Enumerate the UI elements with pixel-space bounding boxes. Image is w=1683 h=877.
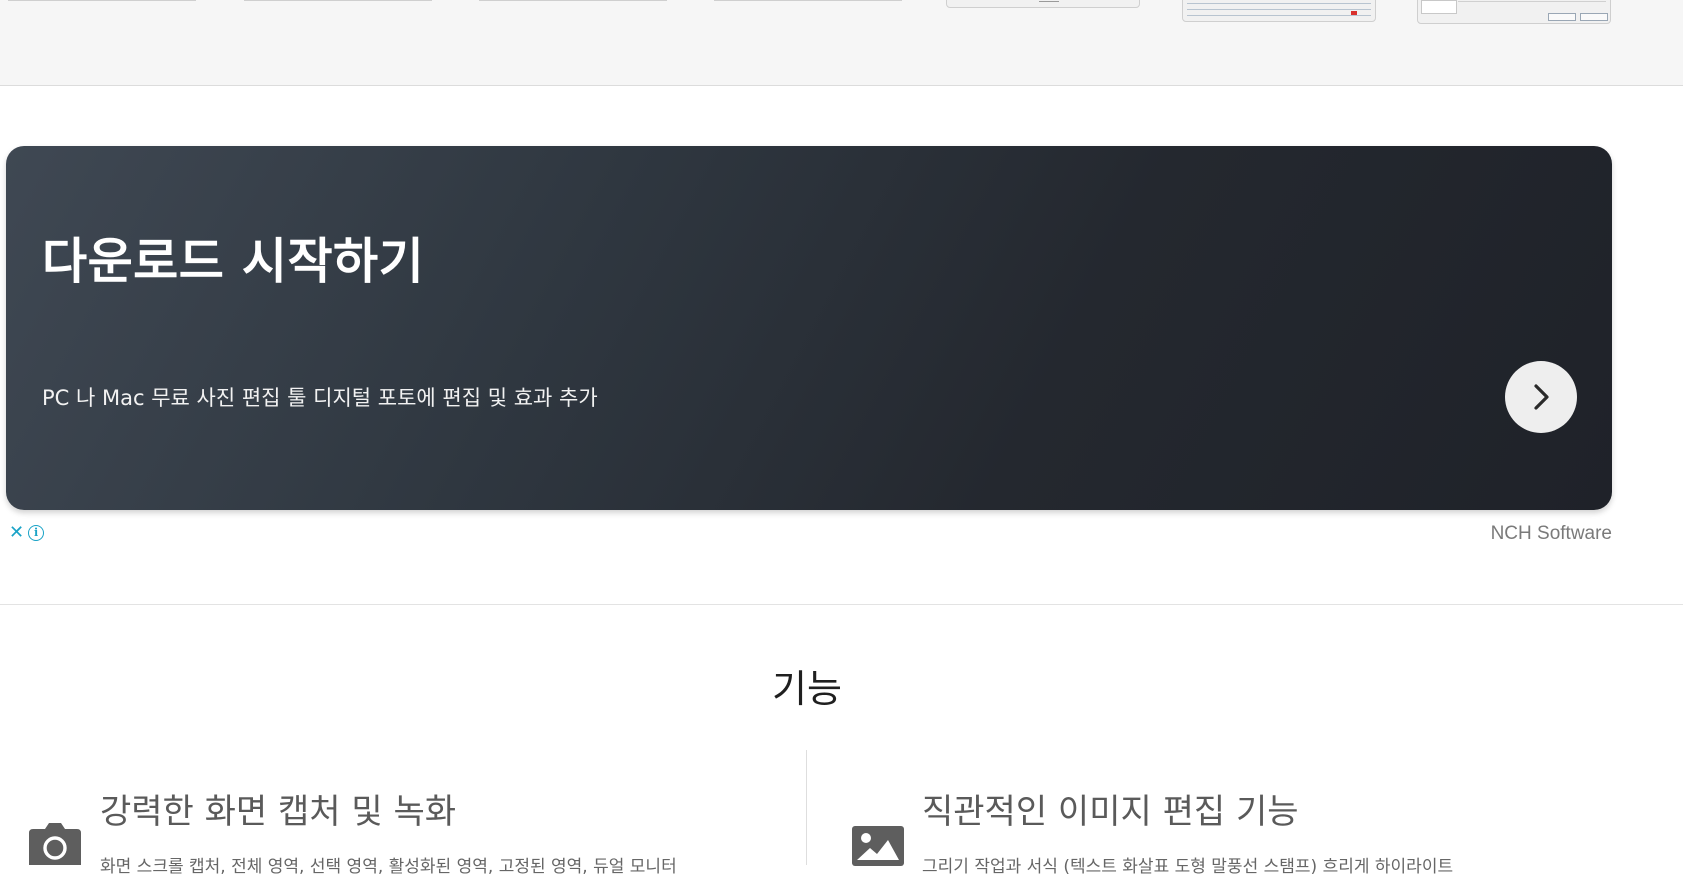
feature-title: 직관적인 이미지 편집 기능 <box>922 792 1299 832</box>
download-ad-banner[interactable]: 다운로드 시작하기 PC 나 Mac 무료 사진 편집 툴 디지털 포토에 편집… <box>6 146 1612 510</box>
info-icon[interactable]: i <box>28 524 45 541</box>
section-divider <box>0 604 1683 605</box>
screenshot-thumbnail[interactable] <box>1417 0 1611 24</box>
close-icon[interactable]: ✕ <box>9 522 24 543</box>
thumbnail-edge <box>8 0 196 1</box>
features-heading: 기능 <box>772 667 842 711</box>
ad-choices[interactable]: ✕ i <box>9 522 45 543</box>
feature-title: 강력한 화면 캡처 및 녹화 <box>100 792 457 832</box>
screenshot-thumbnail-strip <box>0 0 1683 86</box>
chevron-right-icon <box>1534 384 1549 410</box>
thumbnail-edge <box>479 0 667 1</box>
ad-description[interactable]: PC 나 Mac 무료 사진 편집 툴 디지털 포토에 편집 및 효과 추가 <box>42 382 598 412</box>
ad-advertiser-name[interactable]: NCH Software <box>1491 523 1612 545</box>
ad-next-button[interactable] <box>1505 361 1577 433</box>
image-icon <box>852 826 904 866</box>
screenshot-thumbnail[interactable] <box>946 0 1140 8</box>
feature-column-divider <box>806 750 807 865</box>
ad-title[interactable]: 다운로드 시작하기 <box>42 222 424 293</box>
thumbnail-edge <box>244 0 432 1</box>
thumbnail-edge <box>714 0 902 1</box>
screenshot-thumbnail[interactable] <box>1182 0 1376 22</box>
camera-icon <box>29 823 81 865</box>
